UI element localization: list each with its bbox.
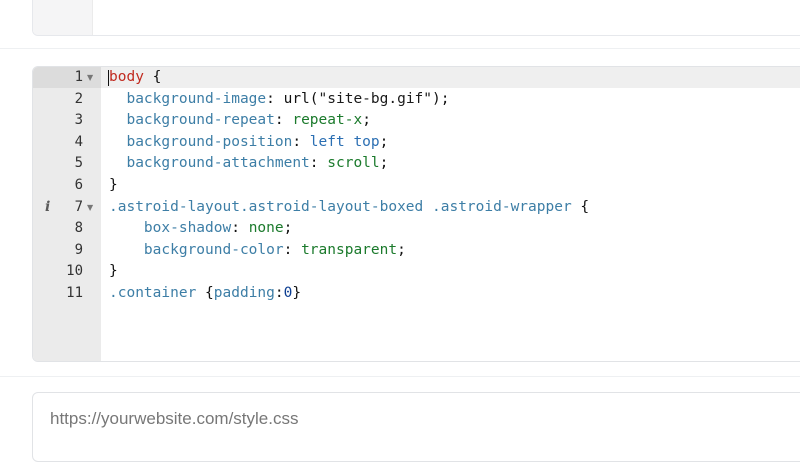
code-token: : xyxy=(274,284,284,301)
line-number: 11 xyxy=(66,284,83,301)
line-number: 6 xyxy=(74,176,83,193)
code-token: : xyxy=(283,241,302,258)
code-text: background-image: url("site-bg.gif"); xyxy=(109,89,450,111)
top-code-editor[interactable] xyxy=(32,0,800,36)
code-lines[interactable]: 1 ▼ body {2 background-image: url("site-bg… xyxy=(33,67,800,305)
line-number: 2 xyxy=(74,90,83,107)
code-token: } xyxy=(292,284,302,301)
code-token: : url( xyxy=(266,90,319,107)
line-number: 9 xyxy=(74,241,83,258)
code-token: scroll xyxy=(327,155,380,172)
code-text: .astroid-layout.astroid-layout-boxed .as… xyxy=(109,197,589,219)
line-number: 3 xyxy=(74,112,83,129)
code-line[interactable]: 5 background-attachment: scroll; xyxy=(33,153,800,175)
code-token: none xyxy=(248,220,284,237)
code-token: transparent xyxy=(301,241,398,258)
code-text: background-attachment: scroll; xyxy=(109,153,388,175)
code-line[interactable]: i 7 ▼ .astroid-layout.astroid-layout-boxed … xyxy=(33,197,800,219)
code-token: { xyxy=(196,284,214,301)
line-number: 1 xyxy=(74,69,83,85)
stylesheet-url-field-container xyxy=(32,392,800,462)
top-editor-gutter xyxy=(33,0,93,35)
line-number: 8 xyxy=(74,220,83,237)
code-line[interactable]: 11 .container {padding:0} xyxy=(33,283,800,305)
code-token: background-attachment xyxy=(109,155,310,172)
code-line[interactable]: 2 background-image: url("site-bg.gif"); xyxy=(33,89,800,111)
code-token: background-color xyxy=(109,241,284,258)
code-token: body xyxy=(109,69,144,85)
code-token: ; xyxy=(362,112,371,129)
code-token: : xyxy=(231,220,249,237)
code-token: background-position xyxy=(109,133,293,150)
code-line[interactable]: 8 box-shadow: none; xyxy=(33,218,800,240)
code-line[interactable]: 3 background-repeat: repeat-x; xyxy=(33,110,800,132)
divider xyxy=(0,376,800,377)
code-token: ; xyxy=(283,220,293,237)
code-text: body { xyxy=(109,67,161,89)
code-line[interactable]: 1 ▼ body { xyxy=(33,67,800,89)
line-number: 4 xyxy=(74,133,83,150)
code-line[interactable]: 4 background-position: left top; xyxy=(33,132,800,154)
code-token: repeat-x xyxy=(292,112,363,129)
code-text: background-repeat: repeat-x; xyxy=(109,110,371,132)
code-token: left top xyxy=(309,133,380,150)
code-token: { xyxy=(571,198,590,215)
code-token: ); xyxy=(432,90,450,107)
code-token: { xyxy=(143,69,162,85)
code-token: box-shadow xyxy=(109,220,232,237)
code-token: "site-bg.gif" xyxy=(318,90,433,107)
css-code-editor[interactable]: 1 ▼ body {2 background-image: url("site-bg… xyxy=(32,66,800,362)
code-token: ; xyxy=(379,155,389,172)
fold-arrow-icon[interactable]: ▼ xyxy=(87,67,93,89)
code-text: } xyxy=(109,261,118,283)
code-text: background-position: left top; xyxy=(109,132,388,154)
stylesheet-url-input[interactable] xyxy=(50,393,750,445)
code-token: ; xyxy=(397,241,406,258)
code-token: : xyxy=(274,112,293,129)
code-line[interactable]: 6} xyxy=(33,175,800,197)
code-text: box-shadow: none; xyxy=(109,218,292,240)
code-text: } xyxy=(109,175,118,197)
code-token: : xyxy=(292,133,310,150)
line-number: 7 xyxy=(74,198,83,215)
text-cursor xyxy=(108,70,109,86)
code-token: background-repeat xyxy=(109,112,275,129)
code-text: background-color: transparent; xyxy=(109,240,406,262)
code-token: : xyxy=(309,155,328,172)
code-token: ; xyxy=(379,133,389,150)
code-token: .container xyxy=(109,284,197,301)
line-number: 10 xyxy=(66,263,83,280)
line-number: 5 xyxy=(74,155,83,172)
code-token: padding xyxy=(213,284,275,301)
fold-arrow-icon[interactable]: ▼ xyxy=(87,197,93,219)
code-token: .astroid-layout.astroid-layout-boxed .as… xyxy=(109,198,572,215)
code-token: background-image xyxy=(109,90,267,107)
divider xyxy=(0,48,800,49)
code-line[interactable]: 9 background-color: transparent; xyxy=(33,240,800,262)
code-text: .container {padding:0} xyxy=(109,283,301,305)
code-token: } xyxy=(109,176,118,193)
code-line[interactable]: 10} xyxy=(33,261,800,283)
code-token: } xyxy=(109,263,118,280)
